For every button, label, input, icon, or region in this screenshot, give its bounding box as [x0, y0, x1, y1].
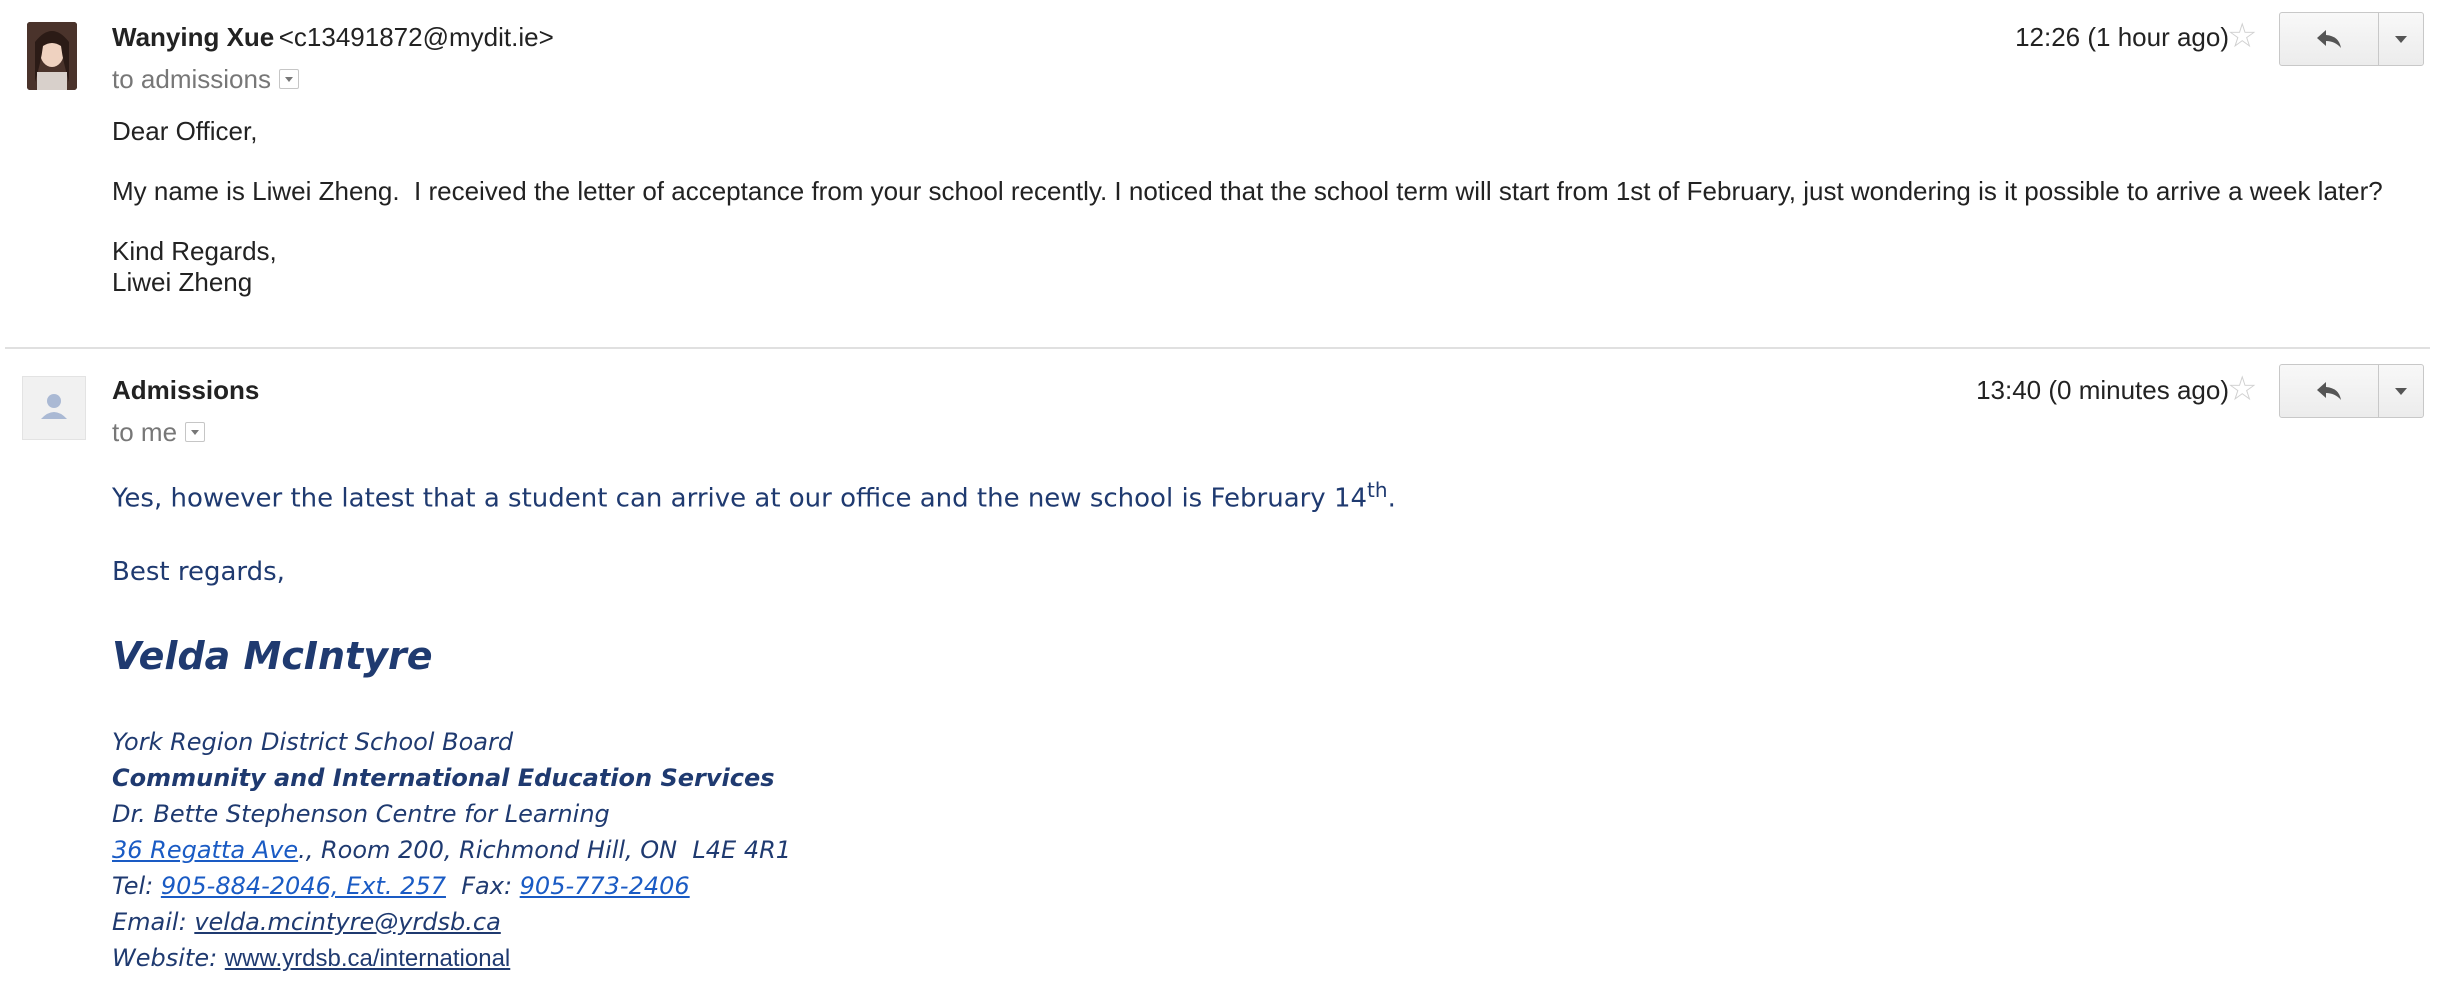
website-label: Website: [112, 944, 225, 972]
address-rest: ., Room 200, Richmond Hill, ON L4E 4R1 [298, 836, 792, 864]
recipients-line: to me [112, 417, 206, 448]
star-icon[interactable]: ☆ [2227, 19, 2257, 53]
reply-end-text: . [1387, 483, 1396, 514]
star-icon[interactable]: ☆ [2227, 372, 2257, 406]
reply-paragraph: Yes, however the latest that a student c… [112, 478, 1396, 514]
sender-line: Admissions [112, 375, 259, 406]
sender-name[interactable]: Admissions [112, 375, 259, 405]
signature-org: York Region District School Board [112, 728, 514, 756]
message-signoff: Liwei Zheng [112, 267, 253, 297]
address-link[interactable]: 36 Regatta Ave [112, 836, 298, 864]
message-time: 13:40 (0 minutes ago) [1976, 375, 2229, 405]
sender-name[interactable]: Wanying Xue [112, 22, 274, 52]
message-time: 12:26 (1 hour ago) [2015, 22, 2229, 52]
signature-phone: Tel: 905-884-2046, Ext. 257 Fax: 905-773… [112, 868, 791, 904]
recipients-label: to admissions [112, 64, 271, 94]
message-closing: Kind Regards, [112, 236, 277, 266]
reply-icon [2317, 30, 2341, 48]
reply-button[interactable] [2280, 365, 2379, 417]
message-greeting: Dear Officer, [112, 116, 258, 146]
signature-address: 36 Regatta Ave., Room 200, Richmond Hill… [112, 832, 791, 868]
message-paragraph: My name is Liwei Zheng. I received the l… [112, 176, 2383, 206]
more-actions-button[interactable] [2379, 365, 2423, 417]
email-label: Email: [112, 908, 195, 936]
chevron-down-icon [2395, 35, 2407, 43]
more-actions-button[interactable] [2379, 13, 2423, 65]
reply-closing: Best regards, [112, 557, 285, 587]
reply-main-text: Yes, however the latest that a student c… [112, 483, 1368, 514]
chevron-down-icon [2395, 387, 2407, 395]
reply-button-group [2279, 12, 2424, 66]
recipient-details-dropdown[interactable] [278, 69, 299, 90]
signature-block: York Region District School Board Communi… [112, 724, 791, 977]
tel-link[interactable]: 905-884-2046, Ext. 257 [161, 872, 446, 900]
signature-website: Website: www.yrdsb.ca/international [112, 940, 791, 977]
fax-link[interactable]: 905-773-2406 [520, 872, 690, 900]
sender-avatar-photo [27, 22, 77, 90]
signature-email: Email: velda.mcintyre@yrdsb.ca [112, 904, 791, 940]
recipients-line: to admissions [112, 64, 299, 95]
email-link[interactable]: velda.mcintyre@yrdsb.ca [194, 908, 500, 936]
signature-name: Velda McIntyre [112, 634, 433, 678]
tel-label: Tel: [112, 872, 161, 900]
reply-button[interactable] [2280, 13, 2379, 65]
fax-label: Fax: [445, 872, 520, 900]
signature-centre: Dr. Bette Stephenson Centre for Learning [112, 800, 610, 828]
website-link[interactable]: www.yrdsb.ca/international [225, 945, 510, 972]
ordinal-suffix: th [1367, 478, 1388, 502]
default-avatar-icon [22, 376, 86, 440]
sender-line: Wanying Xue <c13491872@mydit.ie> [112, 22, 554, 53]
message-divider [5, 347, 2430, 349]
recipients-label: to me [112, 417, 178, 447]
signature-dept: Community and International Education Se… [112, 764, 775, 792]
reply-icon [2317, 382, 2341, 400]
reply-button-group [2279, 364, 2424, 418]
recipient-details-dropdown[interactable] [185, 422, 206, 443]
sender-email: <c13491872@mydit.ie> [278, 22, 554, 52]
